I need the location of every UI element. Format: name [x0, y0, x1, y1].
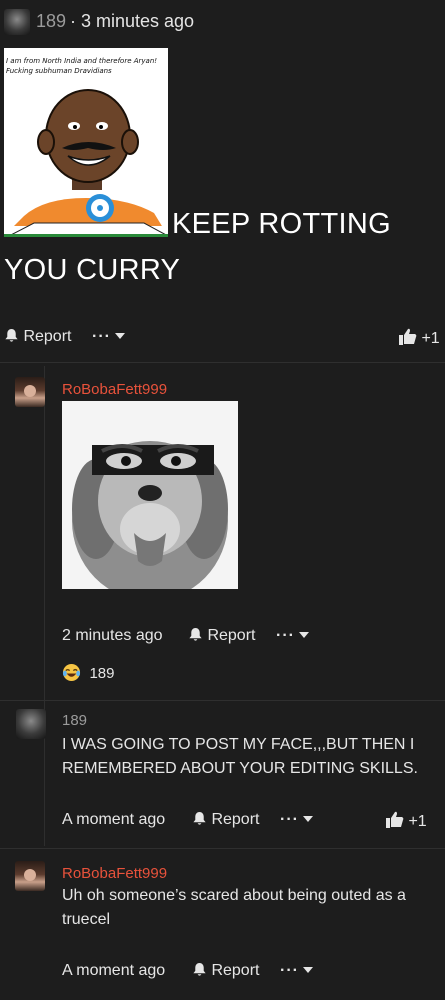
reply3-text-line1: Uh oh someone’s scared about being outed… — [62, 887, 406, 904]
reply2-like-button[interactable]: +1 — [386, 811, 427, 831]
reply1-timestamp: 2 minutes ago — [62, 627, 163, 644]
reply1-reaction-count: 189 — [89, 665, 115, 682]
post-like-count: +1 — [421, 330, 440, 347]
post-body-line2: YOU CURRY — [4, 254, 181, 286]
reply1-avatar[interactable] — [15, 377, 45, 407]
thumbs-up-icon — [386, 811, 404, 828]
post-body-line1: KEEP ROTTING — [172, 208, 391, 240]
divider — [0, 700, 445, 701]
chevron-down-icon — [302, 967, 313, 973]
post-meme-image[interactable]: I am from North India and therefore Arya… — [4, 48, 168, 236]
chevron-down-icon — [114, 333, 125, 339]
reply2-report-button[interactable]: Report — [192, 811, 259, 829]
bell-icon — [193, 962, 206, 976]
reply2-avatar[interactable] — [16, 709, 46, 739]
post-report-button[interactable]: Report — [4, 328, 71, 346]
divider — [0, 848, 445, 849]
post-like-button[interactable]: +1 — [399, 328, 440, 348]
meme-drawing — [4, 89, 168, 236]
post-timestamp: · 3 minutes ago — [70, 11, 195, 31]
post-username[interactable]: 189 — [36, 11, 66, 32]
reply3-avatar[interactable] — [15, 861, 45, 891]
reply2-like-count: +1 — [408, 813, 427, 830]
reply3-more-menu[interactable]: ··· — [280, 962, 313, 980]
reply3-report-button[interactable]: Report — [192, 962, 259, 980]
chevron-down-icon — [298, 632, 309, 638]
post-avatar[interactable] — [4, 9, 30, 35]
reply2-more-menu[interactable]: ··· — [280, 811, 313, 829]
reply3-text: Uh oh someone’s scared about being outed… — [62, 884, 442, 932]
more-dots-icon: ··· — [276, 627, 295, 644]
dog-photo-drawing — [72, 441, 228, 589]
more-dots-icon: ··· — [280, 811, 299, 828]
more-dots-icon: ··· — [280, 962, 299, 979]
divider — [0, 362, 445, 363]
thread-line — [44, 366, 45, 846]
thumbs-up-icon — [399, 328, 417, 345]
chevron-down-icon — [302, 816, 313, 822]
post-report-label: Report — [23, 328, 72, 345]
reply2-text-line1: I WAS GOING TO POST MY FACE,,,BUT THEN I — [62, 736, 415, 753]
reply3-username[interactable]: RoBobaFett999 — [62, 865, 167, 882]
reply2-text-line2: REMEMBERED ABOUT YOUR EDITING SKILLS. — [62, 760, 418, 777]
crying-laughing-emoji-icon — [62, 663, 81, 682]
bell-icon — [5, 328, 18, 342]
post-more-menu[interactable]: ··· — [92, 328, 125, 346]
bell-icon — [193, 811, 206, 825]
reply2-report-label: Report — [211, 811, 260, 828]
reply1-report-button[interactable]: Report — [188, 627, 255, 645]
reply1-reaction[interactable]: 189 — [62, 663, 114, 683]
reply2-username[interactable]: 189 — [62, 712, 87, 729]
reply2-text: I WAS GOING TO POST MY FACE,,,BUT THEN I… — [62, 733, 442, 781]
reply3-text-line2: truecel — [62, 911, 111, 928]
bell-icon — [189, 627, 202, 641]
reply1-username[interactable]: RoBobaFett999 — [62, 381, 167, 398]
reply2-timestamp: A moment ago — [62, 811, 166, 828]
reply1-more-menu[interactable]: ··· — [276, 627, 309, 645]
more-dots-icon: ··· — [92, 328, 111, 345]
reply1-report-label: Report — [207, 627, 256, 644]
reply1-image[interactable] — [62, 401, 238, 589]
reply3-report-label: Report — [211, 962, 260, 979]
meme-green-stripe — [4, 234, 168, 237]
reply3-timestamp: A moment ago — [62, 962, 166, 979]
